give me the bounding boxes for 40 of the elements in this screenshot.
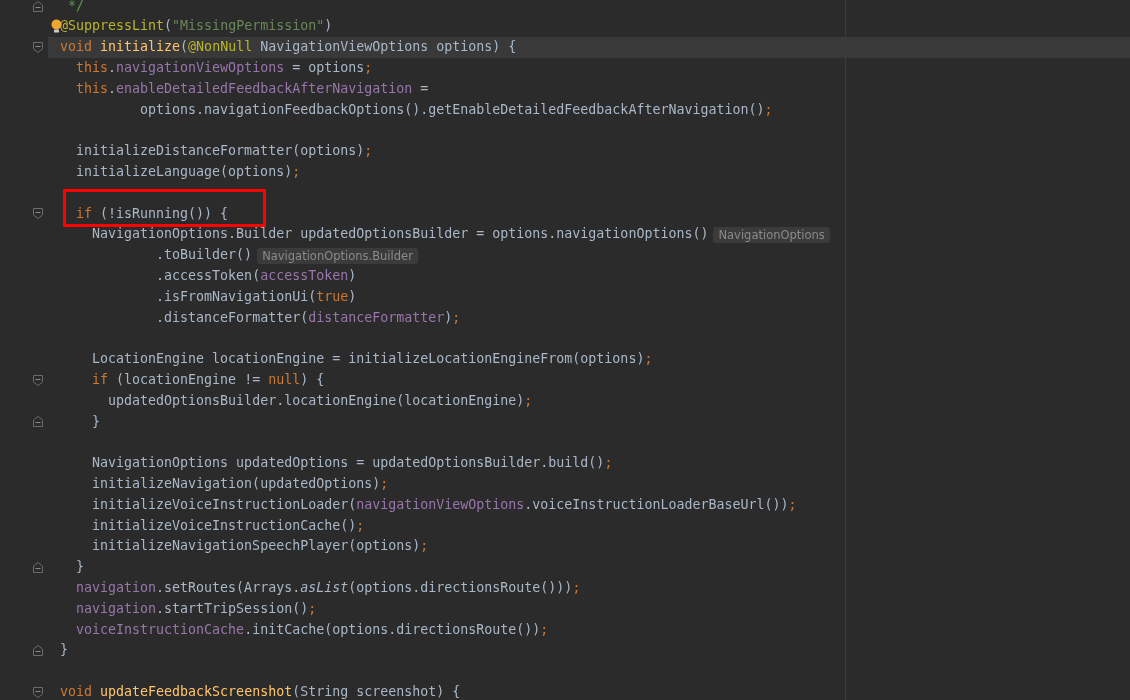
lightbulb-icon[interactable]	[51, 19, 62, 34]
code-line: initializeNavigation(updatedOptions);	[92, 474, 389, 493]
fold-icon[interactable]	[33, 416, 43, 428]
inlay-hint: NavigationOptions.Builder	[257, 247, 418, 264]
code-line: .accessToken(accessToken)	[156, 266, 357, 285]
fold-icon[interactable]	[33, 42, 43, 54]
code-line: initializeLanguage(options);	[76, 163, 301, 181]
code-line: initializeNavigationSpeechPlayer(options);	[92, 537, 429, 556]
fold-icon[interactable]	[33, 562, 43, 573]
code-line: options.navigationFeedbackOptions().getEnableDetailedFeedbackAfterNavigation();	[140, 100, 773, 119]
code-line: updatedOptionsBuilder.locationEngine(locationEngine);	[108, 391, 533, 410]
fold-icon[interactable]	[33, 374, 43, 386]
inlay-hint: NavigationOptions	[713, 226, 830, 243]
code-line: if (locationEngine != null) {	[92, 370, 325, 389]
code-line: void updateFeedbackScreenshot(String screenshot) {	[60, 682, 461, 700]
code-line: }	[76, 558, 84, 577]
code-line: if (!isRunning()) {	[76, 204, 229, 223]
code-line: }	[92, 412, 101, 431]
fold-icon[interactable]	[33, 208, 43, 220]
code-line: initializeVoiceInstructionLoader(navigationViewOptions.voiceInstructionLoaderBaseUrl());	[92, 495, 797, 514]
code-line: NavigationOptions updatedOptions = updatedOptionsBuilder.build();	[92, 454, 613, 473]
code-line: navigation.setRoutes(Arrays.asList(options.directionsRoute()));	[76, 578, 581, 597]
code-line: initializeDistanceFormatter(options);	[76, 142, 373, 161]
fold-icon[interactable]	[33, 686, 43, 698]
fold-icon[interactable]	[33, 645, 43, 657]
code-line: .toBuilder()	[156, 246, 253, 265]
code-line: LocationEngine locationEngine = initializeLocationEngineFrom(options);	[92, 350, 653, 369]
code-line: }	[60, 641, 68, 660]
code-line: navigation.startTripSession();	[76, 599, 317, 618]
code-line: .isFromNavigationUi(true)	[156, 287, 357, 306]
code-line: this.navigationViewOptions = options;	[76, 59, 373, 77]
code-line: void initialize(@NonNull NavigationViewOptions options) {	[60, 38, 517, 57]
code-line: initializeVoiceInstructionCache();	[92, 516, 365, 535]
code-line: NavigationOptions.Builder updatedOptionsBuilder = options.navigationOptions()	[92, 225, 709, 244]
code-line: voiceInstructionCache.initCache(options.directionsRoute());	[76, 620, 549, 639]
code-line: @SuppressLint("MissingPermission")	[60, 17, 333, 36]
code-line: this.enableDetailedFeedbackAfterNavigation =	[76, 79, 429, 98]
code-line: */	[68, 0, 84, 15]
fold-icon[interactable]	[33, 0, 43, 12]
code-line: .distanceFormatter(distanceFormatter);	[156, 308, 461, 327]
